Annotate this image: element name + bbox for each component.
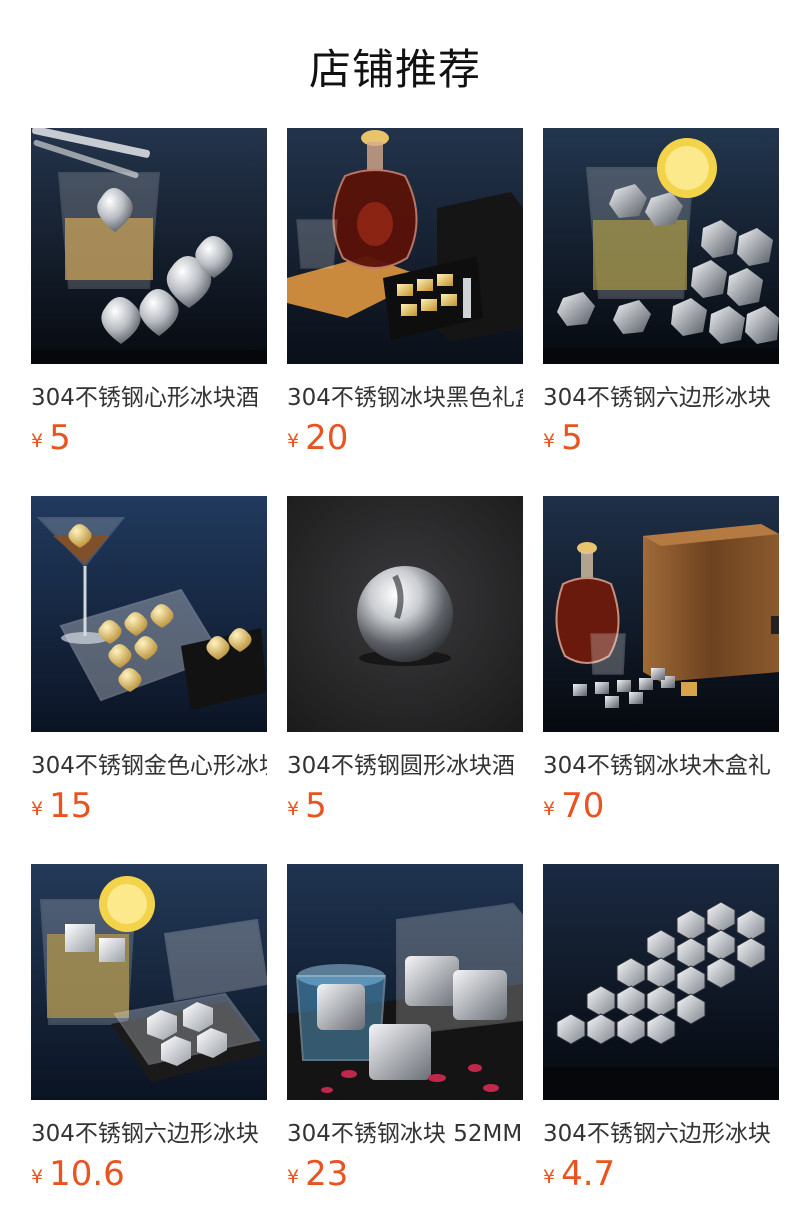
product-price: ¥5 xyxy=(31,418,71,462)
page-title: 店铺推荐 xyxy=(308,45,481,94)
product-card[interactable]: 304不锈钢六边形冰块 ¥5 xyxy=(543,128,779,464)
product-price: ¥4.7 xyxy=(543,1154,615,1198)
product-name: 304不锈钢冰块黑色礼盒 xyxy=(287,385,523,411)
price-amount: 23 xyxy=(305,1154,349,1194)
product-price: ¥15 xyxy=(31,786,92,830)
product-card[interactable]: 304不锈钢心形冰块酒 ¥5 xyxy=(31,128,267,464)
product-price: ¥70 xyxy=(543,786,604,830)
price-amount: 10.6 xyxy=(49,1154,125,1194)
product-name: 304不锈钢六边形冰块 xyxy=(543,385,771,411)
product-name: 304不锈钢心形冰块酒 xyxy=(31,385,259,411)
price-amount: 5 xyxy=(305,786,327,826)
hexagon-ice-cubes-set-image[interactable] xyxy=(543,864,779,1100)
product-price: ¥5 xyxy=(287,786,327,830)
product-price: ¥20 xyxy=(287,418,348,462)
gold-heart-ice-tray-martini-image[interactable] xyxy=(31,496,267,732)
product-price: ¥5 xyxy=(543,418,583,462)
price-amount: 70 xyxy=(561,786,605,826)
product-name: 304不锈钢金色心形冰块 xyxy=(31,753,267,779)
hexagon-ice-box-lemon-glass-image[interactable] xyxy=(31,864,267,1100)
product-card[interactable]: 304不锈钢圆形冰块酒 ¥5 xyxy=(287,496,523,832)
product-name: 304不锈钢冰块木盒礼 xyxy=(543,753,771,779)
product-card[interactable]: 304不锈钢冰块黑色礼盒 ¥20 xyxy=(287,128,523,464)
steel-ice-ball-image[interactable] xyxy=(287,496,523,732)
currency-symbol: ¥ xyxy=(543,798,556,820)
currency-symbol: ¥ xyxy=(31,798,44,820)
price-amount: 4.7 xyxy=(561,1154,616,1194)
product-price: ¥23 xyxy=(287,1154,348,1198)
currency-symbol: ¥ xyxy=(543,1166,556,1188)
wooden-gift-box-decanter-image[interactable] xyxy=(543,496,779,732)
currency-symbol: ¥ xyxy=(31,430,44,452)
product-name: 304不锈钢圆形冰块酒 xyxy=(287,753,515,779)
hexagon-ice-cubes-lemon-glass-image[interactable] xyxy=(543,128,779,364)
product-card[interactable]: 304不锈钢冰块 52MM ¥23 xyxy=(287,864,523,1200)
currency-symbol: ¥ xyxy=(543,430,556,452)
square-steel-ice-cubes-box-image[interactable] xyxy=(287,864,523,1100)
product-name: 304不锈钢六边形冰块 xyxy=(31,1121,259,1147)
product-card[interactable]: 304不锈钢金色心形冰块 ¥15 xyxy=(31,496,267,832)
price-amount: 20 xyxy=(305,418,349,458)
product-name: 304不锈钢六边形冰块 xyxy=(543,1121,771,1147)
price-amount: 5 xyxy=(561,418,583,458)
price-amount: 5 xyxy=(49,418,71,458)
price-amount: 15 xyxy=(49,786,93,826)
product-card[interactable]: 304不锈钢六边形冰块 ¥4.7 xyxy=(543,864,779,1200)
currency-symbol: ¥ xyxy=(287,1166,300,1188)
currency-symbol: ¥ xyxy=(287,430,300,452)
currency-symbol: ¥ xyxy=(31,1166,44,1188)
product-card[interactable]: 304不锈钢冰块木盒礼 ¥70 xyxy=(543,496,779,832)
currency-symbol: ¥ xyxy=(287,798,300,820)
product-card[interactable]: 304不锈钢六边形冰块 ¥10.6 xyxy=(31,864,267,1200)
decanter-gold-ice-gift-box-image[interactable] xyxy=(287,128,523,364)
product-price: ¥10.6 xyxy=(31,1154,125,1198)
product-name: 304不锈钢冰块 52MM xyxy=(287,1121,523,1147)
heart-ice-cubes-glass-image[interactable] xyxy=(31,128,267,364)
